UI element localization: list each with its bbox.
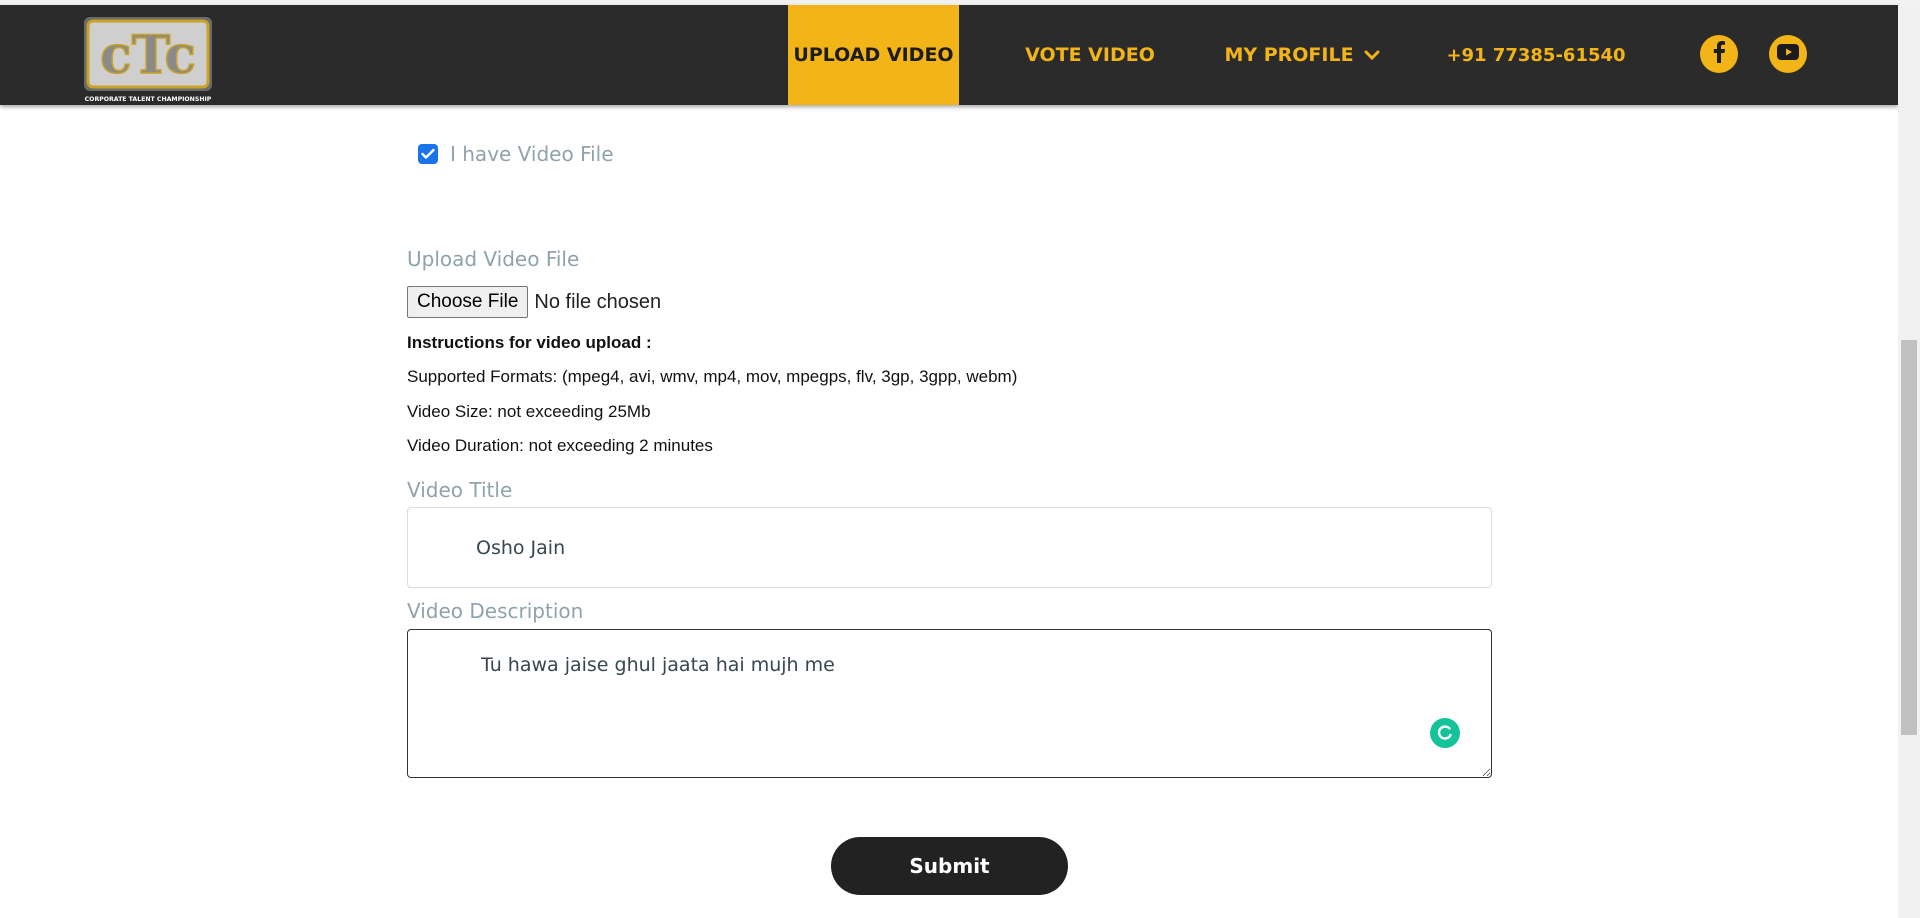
instructions-size: Video Size: not exceeding 25Mb <box>407 402 651 421</box>
chevron-down-icon <box>1364 44 1380 66</box>
video-title-label: Video Title <box>407 478 513 502</box>
video-title-input[interactable] <box>407 507 1492 588</box>
file-status-text: No file chosen <box>534 290 662 313</box>
nav-my-profile[interactable]: MY PROFILE <box>1222 5 1382 105</box>
ctc-logo[interactable]: cTc CORPORATE TALENT CHAMPIONSHIP <box>78 9 218 105</box>
nav-upload-video-label: UPLOAD VIDEO <box>793 44 954 66</box>
video-description-textarea[interactable]: Tu hawa jaise ghul jaata hai mujh me <box>407 629 1492 778</box>
instructions-title: Instructions for video upload : <box>407 333 652 352</box>
nav-phone-link[interactable]: +91 77385-61540 <box>1446 5 1626 105</box>
scrollbar-thumb[interactable] <box>1901 340 1917 735</box>
check-icon <box>421 148 435 159</box>
youtube-button[interactable] <box>1769 35 1807 73</box>
instructions-formats: Supported Formats: (mpeg4, avi, wmv, mp4… <box>407 367 1018 386</box>
nav-vote-video-label: VOTE VIDEO <box>1025 44 1155 66</box>
submit-button[interactable]: Submit <box>831 837 1068 895</box>
facebook-button[interactable] <box>1700 35 1738 73</box>
grammar-assistant-icon[interactable] <box>1430 718 1460 748</box>
nav-phone-label: +91 77385-61540 <box>1446 44 1626 66</box>
logo-letters: cTc <box>100 25 196 86</box>
choose-file-button[interactable]: Choose File <box>407 286 529 318</box>
youtube-icon <box>1777 43 1799 65</box>
nav-upload-video[interactable]: UPLOAD VIDEO <box>788 5 959 105</box>
site-header: cTc CORPORATE TALENT CHAMPIONSHIP UPLOAD… <box>0 5 1898 105</box>
nav-vote-video[interactable]: VOTE VIDEO <box>1010 5 1170 105</box>
has-video-file-option[interactable]: I have Video File <box>418 142 614 166</box>
logo-tagline: CORPORATE TALENT CHAMPIONSHIP <box>85 96 212 103</box>
nav-my-profile-label: MY PROFILE <box>1224 44 1354 66</box>
has-video-file-checkbox[interactable] <box>418 144 438 164</box>
instructions-duration: Video Duration: not exceeding 2 minutes <box>407 436 713 455</box>
facebook-icon <box>1712 40 1726 68</box>
video-description-label: Video Description <box>407 599 584 623</box>
has-video-file-label: I have Video File <box>450 142 614 166</box>
upload-video-file-label: Upload Video File <box>407 247 580 271</box>
file-upload-control: Choose File No file chosen <box>407 286 661 318</box>
